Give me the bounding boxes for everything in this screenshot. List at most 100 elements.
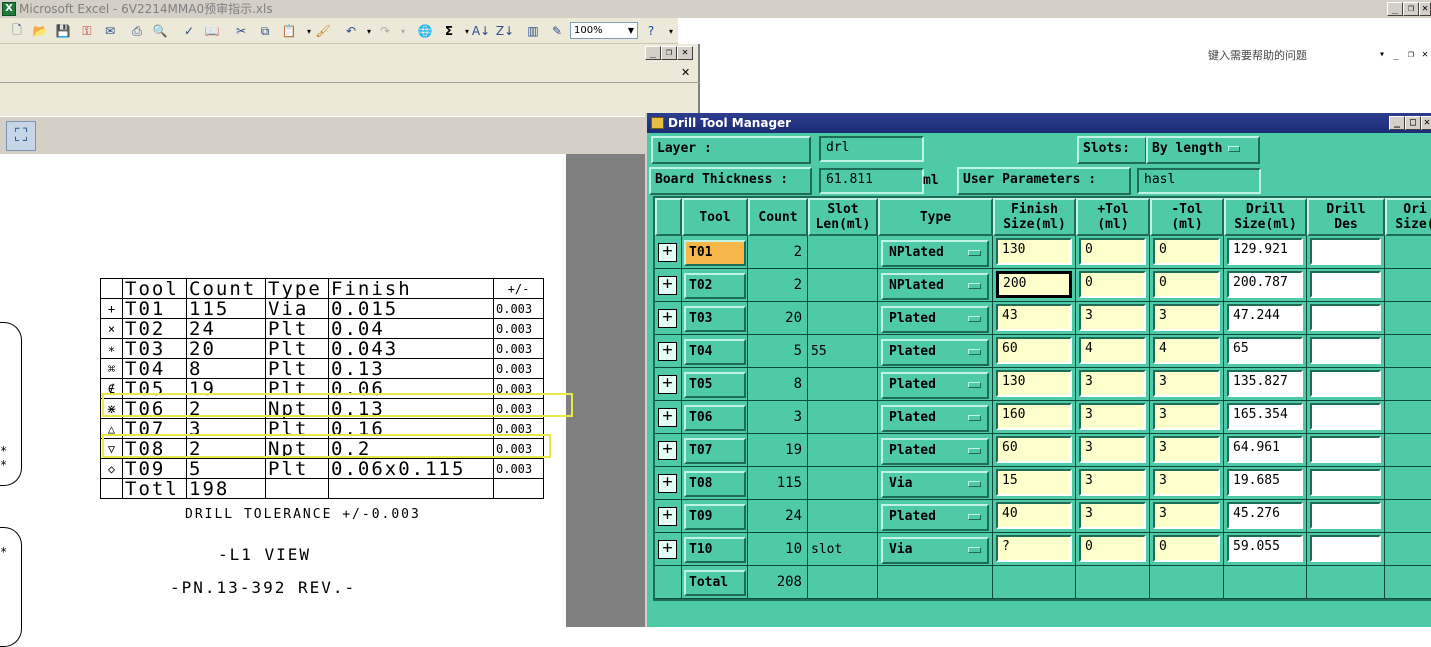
tool-button[interactable]: T10 (684, 537, 746, 563)
drill-designation-field[interactable] (1310, 370, 1381, 397)
inner-close-button[interactable]: ✕ (677, 46, 693, 60)
finish-size-field[interactable]: 43 (996, 304, 1072, 331)
type-option-menu[interactable]: Plated (881, 405, 989, 432)
drill-size-field[interactable]: 129.921 (1227, 238, 1303, 265)
drill-designation-field[interactable] (1310, 469, 1381, 496)
finish-size-field[interactable]: 60 (996, 337, 1072, 364)
plus-tol-field[interactable]: 3 (1079, 502, 1146, 529)
finish-size-field[interactable]: 60 (996, 436, 1072, 463)
finish-size-field[interactable]: 15 (996, 469, 1072, 496)
drill-size-field[interactable]: 19.685 (1227, 469, 1303, 496)
save-icon[interactable]: 💾 (54, 22, 72, 40)
new-file-icon[interactable]: 🗋 (8, 22, 26, 40)
hyperlink-icon[interactable]: 🌐 (416, 22, 434, 40)
tool-button[interactable]: T05 (684, 372, 746, 398)
minimize-button[interactable]: _ (1387, 2, 1403, 16)
research-icon[interactable]: 📖 (203, 22, 221, 40)
autosum-icon[interactable]: Σ (440, 22, 458, 40)
expand-row-icon[interactable]: + (658, 309, 677, 328)
dtm-minimize-button[interactable]: _ (1389, 116, 1405, 130)
layer-field[interactable]: drl (819, 136, 924, 162)
document-close-icon[interactable]: ✕ (681, 66, 690, 79)
plus-tol-field[interactable]: 0 (1079, 535, 1146, 562)
user-parameters-field[interactable]: hasl (1137, 168, 1261, 194)
open-folder-icon[interactable]: 📂 (31, 22, 49, 40)
minus-tol-field[interactable]: 0 (1153, 238, 1220, 265)
minus-tol-field[interactable]: 3 (1153, 502, 1220, 529)
type-option-menu[interactable]: Plated (881, 372, 989, 399)
drill-size-field[interactable]: 65 (1227, 337, 1303, 364)
drill-designation-field[interactable] (1310, 436, 1381, 463)
type-option-menu[interactable]: Plated (881, 438, 989, 465)
drill-designation-field[interactable] (1310, 403, 1381, 430)
drill-size-field[interactable]: 135.827 (1227, 370, 1303, 397)
expand-row-icon[interactable]: + (658, 375, 677, 394)
minus-tol-field[interactable]: 3 (1153, 304, 1220, 331)
tool-button[interactable]: T01 (684, 240, 746, 266)
zoom-select[interactable]: 100% ▼ (570, 22, 638, 39)
print-icon[interactable]: ⎙ (128, 22, 146, 40)
type-option-menu[interactable]: Plated (881, 306, 989, 333)
plus-tol-field[interactable]: 3 (1079, 403, 1146, 430)
dtm-close-button[interactable]: ✕ (1421, 116, 1431, 130)
chart-wizard-icon[interactable]: ▥ (524, 22, 542, 40)
drill-size-field[interactable]: 47.244 (1227, 304, 1303, 331)
plus-tol-field[interactable]: 3 (1079, 469, 1146, 496)
finish-size-field[interactable]: 160 (996, 403, 1072, 430)
tool-button[interactable]: T06 (684, 405, 746, 431)
expand-row-icon[interactable]: + (658, 243, 677, 262)
paste-icon[interactable]: 📋 (280, 22, 298, 40)
plus-tol-field[interactable]: 0 (1079, 238, 1146, 265)
type-option-menu[interactable]: Plated (881, 339, 989, 366)
toolbar-options-icon[interactable]: ▾ (662, 22, 680, 40)
minus-tol-field[interactable]: 0 (1153, 271, 1220, 298)
finish-size-field[interactable]: 200 (996, 271, 1072, 298)
drill-designation-field[interactable] (1310, 502, 1381, 529)
finish-size-field[interactable]: 130 (996, 370, 1072, 397)
drill-size-field[interactable]: 64.961 (1227, 436, 1303, 463)
workbook-close-button[interactable]: ✕ (1417, 49, 1431, 63)
help-search-box[interactable]: 键入需要帮助的问题 (1208, 47, 1307, 63)
minus-tol-field[interactable]: 3 (1153, 370, 1220, 397)
type-option-menu[interactable]: Plated (881, 504, 989, 531)
permission-icon[interactable]: ⚿ (78, 22, 96, 40)
drawing-icon[interactable]: ✎ (548, 22, 566, 40)
minus-tol-field[interactable]: 3 (1153, 436, 1220, 463)
type-option-menu[interactable]: Via (881, 537, 989, 564)
minus-tol-field[interactable]: 4 (1153, 337, 1220, 364)
type-option-menu[interactable]: NPlated (881, 273, 989, 300)
drill-designation-field[interactable] (1310, 271, 1381, 298)
workbook-minimize-button[interactable]: _ (1388, 49, 1404, 63)
redo-dropdown-icon[interactable]: ▾ (394, 22, 412, 40)
plus-tol-field[interactable]: 4 (1079, 337, 1146, 364)
drill-designation-field[interactable] (1310, 337, 1381, 364)
zoom-fit-icon[interactable]: ⛶ (6, 121, 36, 151)
type-option-menu[interactable]: Via (881, 471, 989, 498)
minus-tol-field[interactable]: 3 (1153, 469, 1220, 496)
type-option-menu[interactable]: NPlated (881, 240, 989, 267)
drill-size-field[interactable]: 59.055 (1227, 535, 1303, 562)
board-thickness-field[interactable]: 61.811 (819, 168, 924, 194)
email-icon[interactable]: ✉ (101, 22, 119, 40)
tool-button[interactable]: T02 (684, 273, 746, 299)
tool-button[interactable]: T03 (684, 306, 746, 332)
drill-designation-field[interactable] (1310, 535, 1381, 562)
expand-row-icon[interactable]: + (658, 342, 677, 361)
tool-button[interactable]: T04 (684, 339, 746, 365)
expand-row-icon[interactable]: + (658, 441, 677, 460)
cut-icon[interactable]: ✂ (232, 22, 250, 40)
help-icon[interactable]: ? (642, 22, 660, 40)
print-preview-icon[interactable]: 🔍 (151, 22, 169, 40)
restore-button[interactable]: ❐ (1403, 2, 1419, 16)
format-painter-icon[interactable]: 🖌 (314, 22, 332, 40)
drill-designation-field[interactable] (1310, 304, 1381, 331)
drill-size-field[interactable]: 165.354 (1227, 403, 1303, 430)
dtm-maximize-button[interactable]: □ (1405, 116, 1421, 130)
tool-button[interactable]: T08 (684, 471, 746, 497)
expand-row-icon[interactable]: + (658, 474, 677, 493)
undo-icon[interactable]: ↶ (342, 22, 360, 40)
drill-designation-field[interactable] (1310, 238, 1381, 265)
spelling-icon[interactable]: ✓ (180, 22, 198, 40)
zoom-dropdown-icon[interactable]: ▼ (625, 23, 637, 38)
inner-restore-button[interactable]: ❐ (661, 46, 677, 60)
